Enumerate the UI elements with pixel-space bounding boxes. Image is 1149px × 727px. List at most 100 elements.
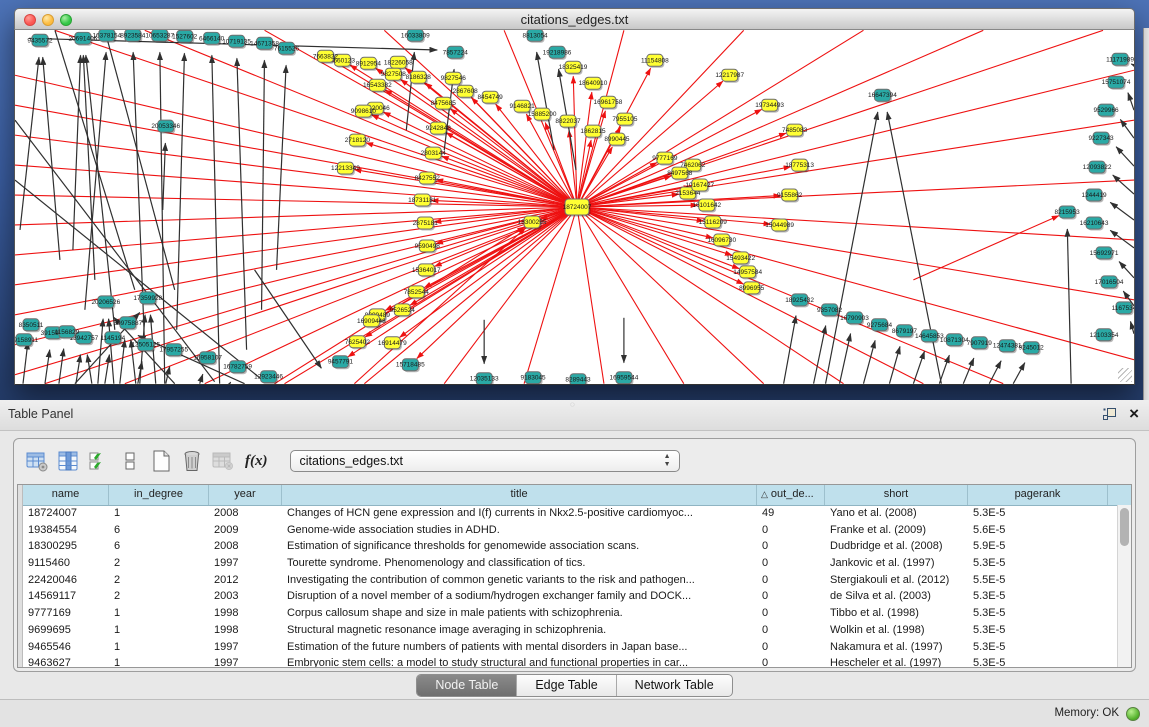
cell-year[interactable]: 1997 <box>209 555 282 572</box>
cell-name[interactable]: 19384554 <box>23 522 109 539</box>
cell-year[interactable]: 1997 <box>209 639 282 656</box>
black-edge[interactable] <box>1116 147 1134 166</box>
red-edge[interactable] <box>383 112 577 207</box>
black-edge[interactable] <box>262 60 265 310</box>
cell-in_degree[interactable]: 1 <box>109 605 209 622</box>
black-edge[interactable] <box>160 52 165 383</box>
yellow-node[interactable]: 8822037 <box>555 115 581 128</box>
cell-short[interactable]: Wolkin et al. (1998) <box>825 622 968 639</box>
cell-pagerank[interactable]: 5.3E-5 <box>968 655 1108 668</box>
delete-table-icon[interactable] <box>210 448 236 474</box>
cell-out_de[interactable]: 0 <box>757 538 825 555</box>
cell-year[interactable]: 2012 <box>209 572 282 589</box>
cell-year[interactable]: 2003 <box>209 588 282 605</box>
table-row[interactable]: 1456911722003Disruption of a novel membe… <box>18 588 1117 605</box>
cell-short[interactable]: Nakamura et al. (1997) <box>825 639 968 656</box>
black-edge[interactable] <box>212 55 220 383</box>
red-edge[interactable] <box>577 207 1134 240</box>
black-edge[interactable] <box>109 319 114 384</box>
close-panel-icon[interactable]: × <box>1129 405 1139 423</box>
black-edge[interactable] <box>814 326 826 384</box>
black-edge[interactable] <box>237 58 247 349</box>
teal-node[interactable]: 12035133 <box>470 373 499 384</box>
cell-pagerank[interactable]: 5.3E-5 <box>968 605 1108 622</box>
black-edge[interactable] <box>98 319 103 384</box>
cell-year[interactable]: 1998 <box>209 622 282 639</box>
column-header-year[interactable]: year <box>209 485 282 505</box>
cell-out_de[interactable]: 0 <box>757 522 825 539</box>
black-edge[interactable] <box>120 340 125 384</box>
red-edge[interactable] <box>577 207 1003 384</box>
black-edge[interactable] <box>784 316 796 384</box>
teal-node[interactable]: 7907919 <box>967 337 993 350</box>
cell-name[interactable]: 9699695 <box>23 622 109 639</box>
black-edge[interactable] <box>85 52 106 310</box>
yellow-node[interactable]: 9526524 <box>390 304 416 317</box>
teal-node[interactable]: 16210643 <box>1080 217 1109 230</box>
column-header-name[interactable]: name <box>23 485 109 505</box>
cell-out_de[interactable]: 0 <box>757 555 825 572</box>
cell-title[interactable]: Estimation of the future numbers of pati… <box>282 639 757 656</box>
teal-node[interactable]: 12505125 <box>131 339 160 352</box>
cell-year[interactable]: 1998 <box>209 605 282 622</box>
table-row[interactable]: 2242004622012Investigating the contribut… <box>18 572 1117 589</box>
cell-short[interactable]: Tibbo et al. (1998) <box>825 605 968 622</box>
yellow-node[interactable]: 14957584 <box>733 266 762 279</box>
black-edge[interactable] <box>826 112 878 384</box>
teal-node[interactable]: 8215953 <box>1055 206 1081 219</box>
yellow-node[interactable]: 18226058 <box>384 56 413 69</box>
yellow-node[interactable]: 16096730 <box>707 234 736 247</box>
teal-node[interactable]: 9245012 <box>1019 342 1045 355</box>
black-edge[interactable] <box>1110 202 1134 220</box>
cell-short[interactable]: de Silva et al. (2003) <box>825 588 968 605</box>
cell-short[interactable]: Dudbridge et al. (2008) <box>825 538 968 555</box>
black-edge[interactable] <box>1013 363 1025 384</box>
yellow-node[interactable]: 15364017 <box>412 264 441 277</box>
teal-node[interactable]: 1167534 <box>1112 302 1134 315</box>
yellow-node[interactable]: 16101642 <box>692 199 721 212</box>
cell-out_de[interactable]: 0 <box>757 572 825 589</box>
cell-out_de[interactable]: 0 <box>757 605 825 622</box>
red-edge[interactable] <box>577 70 1134 207</box>
cell-title[interactable]: Changes of HCN gene expression and I(f) … <box>282 505 757 522</box>
black-edge[interactable] <box>1120 119 1134 138</box>
red-edge[interactable] <box>577 207 604 384</box>
float-panel-icon[interactable] <box>1102 407 1117 421</box>
cell-title[interactable]: Tourette syndrome. Phenomenology and cla… <box>282 555 757 572</box>
teal-node[interactable]: 16782759 <box>223 361 252 374</box>
yellow-node[interactable]: 8912954 <box>356 57 382 70</box>
red-edge[interactable] <box>577 30 983 207</box>
panel-drag-handle-icon[interactable]: ◌ <box>570 402 580 408</box>
cell-year[interactable]: 2009 <box>209 522 282 539</box>
table-row[interactable]: 1830029562008Estimation of significance … <box>18 538 1117 555</box>
cell-out_de[interactable]: 49 <box>757 505 825 522</box>
cell-short[interactable]: Franke et al. (2009) <box>825 522 968 539</box>
cell-short[interactable]: Hescheler et al. (1997) <box>825 655 968 668</box>
yellow-node[interactable]: 2803144 <box>421 147 447 160</box>
window-resize-grip[interactable] <box>1118 368 1132 382</box>
yellow-node[interactable]: 15044989 <box>765 219 794 232</box>
yellow-node[interactable]: 9590498 <box>415 240 441 253</box>
teal-node[interactable]: 18925432 <box>785 294 814 307</box>
black-edge[interactable] <box>277 65 287 270</box>
yellow-node[interactable]: 12213349 <box>331 162 360 175</box>
table-row[interactable]: 946554611997Estimation of the future num… <box>18 639 1117 656</box>
cell-title[interactable]: Disruption of a novel member of a sodium… <box>282 588 757 605</box>
black-edge[interactable] <box>1119 262 1134 278</box>
column-header-title[interactable]: title <box>282 485 757 505</box>
black-edge[interactable] <box>177 53 185 330</box>
yellow-node[interactable]: 7955105 <box>612 113 638 126</box>
yellow-node[interactable]: 15493422 <box>726 252 755 265</box>
red-edge[interactable] <box>15 207 577 285</box>
teal-node[interactable]: 7857224 <box>443 46 469 59</box>
network-view-window[interactable]: citations_edges.txt 18724007866012389129… <box>14 8 1135 385</box>
yellow-node[interactable]: 11154808 <box>641 54 669 67</box>
black-edge[interactable] <box>45 350 50 384</box>
black-edge[interactable] <box>105 355 110 384</box>
cell-short[interactable]: Jankovic et al. (1997) <box>825 555 968 572</box>
teal-node[interactable]: 9227343 <box>1088 132 1114 145</box>
teal-node[interactable]: 9529966 <box>1093 104 1119 117</box>
cell-name[interactable]: 9777169 <box>23 605 109 622</box>
yellow-node[interactable]: 15885200 <box>528 108 557 121</box>
cell-in_degree[interactable]: 2 <box>109 555 209 572</box>
